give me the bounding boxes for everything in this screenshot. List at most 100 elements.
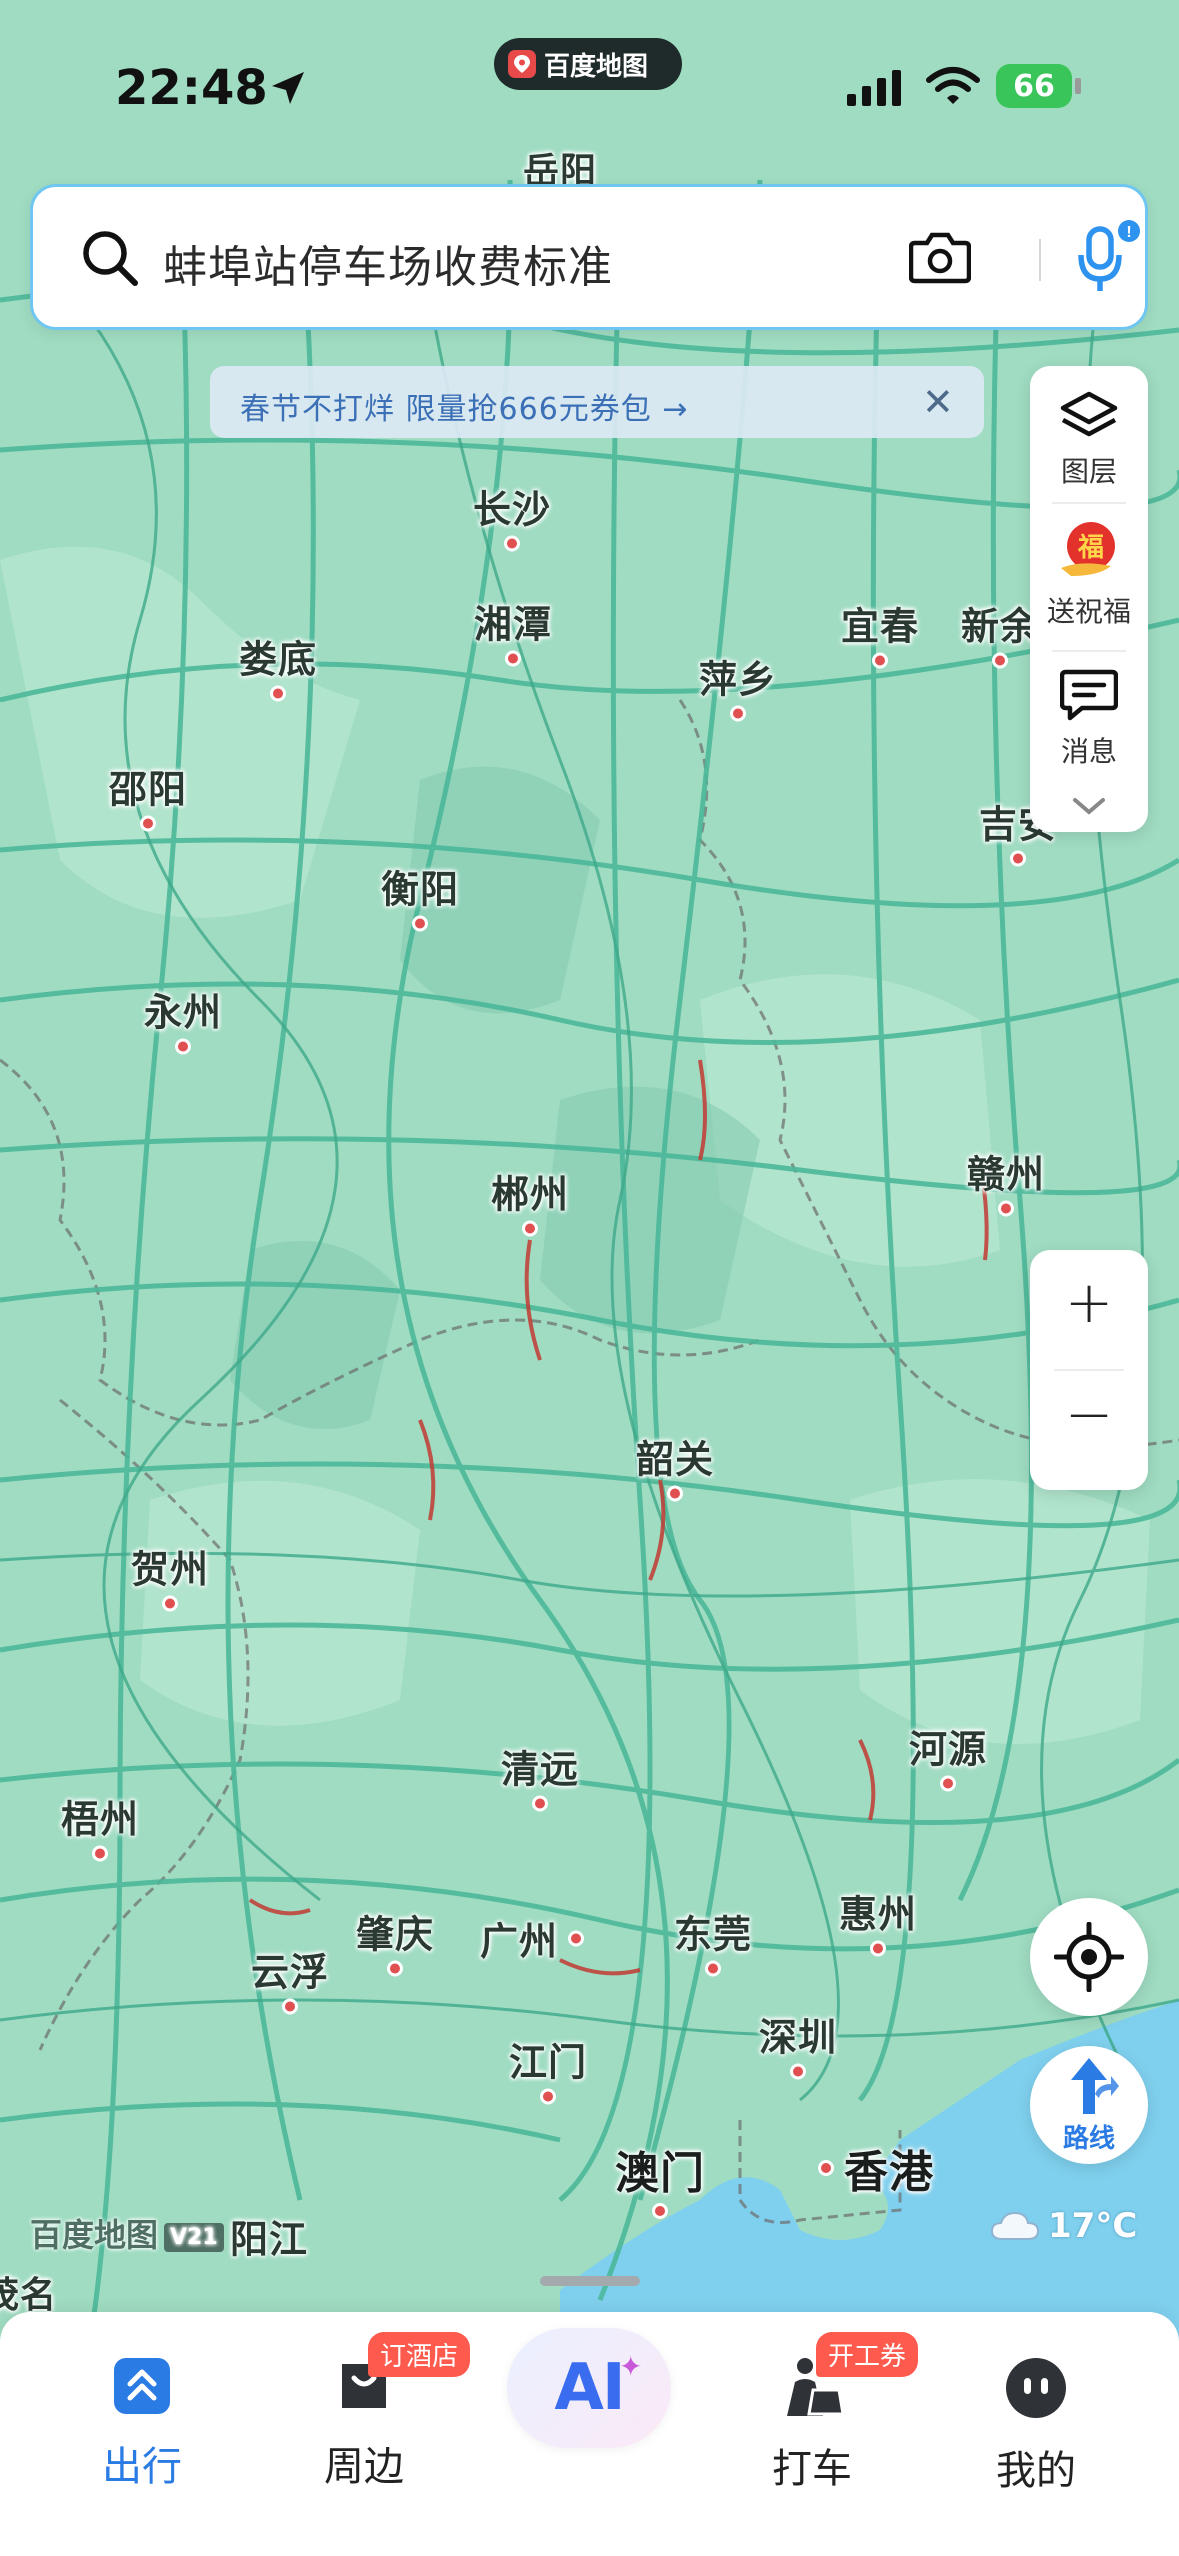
city-marker — [281, 1998, 298, 2015]
city-xinyu[interactable]: 新余 — [961, 596, 1039, 669]
app-pill[interactable]: 百度地图 — [494, 38, 682, 90]
city-marker — [652, 2203, 668, 2219]
city-qingyuan[interactable]: 清远 — [501, 1739, 579, 1812]
svg-text:!: ! — [1126, 224, 1131, 241]
city-name: 肇庆 — [355, 1912, 435, 1957]
city-name: 长沙 — [472, 487, 552, 532]
tab-label: 周边 — [324, 2444, 404, 2490]
city-marker — [386, 1960, 403, 1977]
city-name: 萍乡 — [698, 657, 778, 702]
city-macau[interactable]: 澳门 — [615, 2137, 705, 2219]
blessing-button[interactable]: 福 送祝福 — [1030, 516, 1148, 630]
tab-promo-tag: 开工券 — [816, 2332, 919, 2377]
locate-button[interactable] — [1030, 1898, 1148, 2016]
crosshair-icon — [1054, 1922, 1124, 1992]
city-marker — [91, 1845, 108, 1862]
city-loudi[interactable]: 娄底 — [239, 629, 317, 702]
city-marker — [666, 1485, 683, 1502]
city-wuzhou[interactable]: 梧州 — [61, 1789, 139, 1862]
city-marker — [818, 2160, 834, 2176]
city-shaoyang[interactable]: 邵阳 — [109, 759, 187, 832]
city-marker — [704, 1960, 721, 1977]
city-guangzhou[interactable]: 广州 — [480, 1911, 585, 1966]
city-pingxiang[interactable]: 萍乡 — [699, 649, 777, 722]
city-marker — [139, 815, 156, 832]
layers-button[interactable]: 图层 — [1030, 390, 1148, 490]
city-name: 河源 — [908, 1727, 988, 1772]
city-chenzhou[interactable]: 郴州 — [491, 1164, 569, 1237]
city-maoming[interactable]: 茂名 — [0, 2266, 57, 2318]
svg-text:福: 福 — [1077, 533, 1104, 563]
city-name: 赣州 — [966, 1152, 1046, 1197]
city-zhaoqing[interactable]: 肇庆 — [356, 1904, 434, 1977]
city-heyuan[interactable]: 河源 — [909, 1719, 987, 1792]
zoom-out-button[interactable]: − — [1030, 1380, 1148, 1448]
search-icon — [83, 231, 138, 286]
city-hezhou[interactable]: 贺州 — [131, 1539, 209, 1612]
city-huizhou[interactable]: 惠州 — [839, 1884, 917, 1957]
city-yongzhou[interactable]: 永州 — [144, 982, 222, 1055]
fortune-badge-icon: 福 — [1061, 522, 1115, 576]
drag-handle[interactable] — [540, 2276, 640, 2286]
app-pill-label: 百度地图 — [544, 51, 649, 82]
mic-icon[interactable]: ! — [1073, 217, 1143, 297]
city-marker — [789, 2063, 806, 2080]
city-shaoguan[interactable]: 韶关 — [636, 1429, 714, 1502]
messages-button[interactable]: 消息 — [1030, 668, 1148, 770]
cloud-icon — [990, 2211, 1040, 2240]
city-name: 贺州 — [130, 1547, 210, 1592]
zoom-in-button[interactable]: + — [1030, 1268, 1148, 1336]
city-name: 云浮 — [250, 1950, 330, 1995]
city-xiangtan[interactable]: 湘潭 — [474, 594, 552, 667]
tab-taxi[interactable]: 开工券 打车 — [722, 2332, 919, 2494]
city-name: 湘潭 — [473, 602, 553, 647]
city-marker — [539, 2088, 556, 2105]
toolbar-divider — [1052, 502, 1126, 504]
tab-travel[interactable]: 出行 — [52, 2356, 232, 2492]
city-yangjiang[interactable]: 阳江 — [230, 2209, 308, 2264]
ai-assistant-button[interactable]: AI ✦ — [507, 2328, 671, 2448]
promo-banner[interactable]: 春节不打烊 限量抢666元券包 → ✕ — [210, 366, 984, 438]
city-changsha[interactable]: 长沙 — [473, 479, 551, 552]
city-yichun[interactable]: 宜春 — [841, 596, 919, 669]
city-name: 东莞 — [673, 1912, 753, 1957]
city-marker — [174, 1038, 191, 1055]
watermark-version: V21 — [164, 2222, 224, 2252]
toolbar-divider — [1052, 650, 1126, 652]
city-name: 深圳 — [758, 2015, 838, 2060]
close-icon[interactable]: ✕ — [922, 380, 954, 424]
city-name: 江门 — [508, 2040, 588, 2085]
travel-icon — [114, 2358, 170, 2414]
city-name: 梧州 — [60, 1797, 140, 1842]
city-name: 永州 — [143, 990, 223, 1035]
tab-label: 出行 — [102, 2444, 182, 2490]
city-hongkong[interactable]: 香港 — [818, 2136, 934, 2200]
city-jiangmen[interactable]: 江门 — [509, 2032, 587, 2105]
city-ganzhou[interactable]: 赣州 — [967, 1144, 1045, 1217]
camera-icon[interactable] — [909, 229, 971, 285]
tab-mine[interactable]: 我的 — [946, 2356, 1126, 2496]
zoom-divider — [1054, 1369, 1124, 1371]
layers-label: 图层 — [1060, 455, 1117, 488]
watermark-text: 百度地图 — [30, 2216, 159, 2254]
search-bar[interactable]: 蚌埠站停车场收费标准 ! — [30, 184, 1148, 330]
city-name: 衡阳 — [380, 867, 460, 912]
city-dongguan[interactable]: 东莞 — [674, 1904, 752, 1977]
city-marker — [729, 705, 746, 722]
chevron-down-icon[interactable] — [1069, 794, 1109, 818]
tab-label: 我的 — [996, 2448, 1076, 2494]
route-label: 路线 — [1062, 2124, 1115, 2154]
city-name: 茂名 — [0, 2275, 58, 2316]
weather-widget[interactable]: 17°C — [990, 2206, 1137, 2246]
messages-label: 消息 — [1060, 735, 1117, 768]
route-button[interactable]: 路线 — [1030, 2046, 1148, 2164]
city-name: 广州 — [480, 1919, 559, 1964]
status-time: 22:48 — [115, 60, 268, 116]
tab-nearby[interactable]: 订酒店 周边 — [274, 2332, 471, 2492]
city-marker — [869, 1940, 886, 1957]
city-hengyang[interactable]: 衡阳 — [381, 859, 459, 932]
profile-face-icon — [1006, 2358, 1066, 2418]
city-yunfu[interactable]: 云浮 — [251, 1942, 329, 2015]
city-name: 香港 — [844, 2147, 934, 2198]
city-shenzhen[interactable]: 深圳 — [759, 2007, 837, 2080]
